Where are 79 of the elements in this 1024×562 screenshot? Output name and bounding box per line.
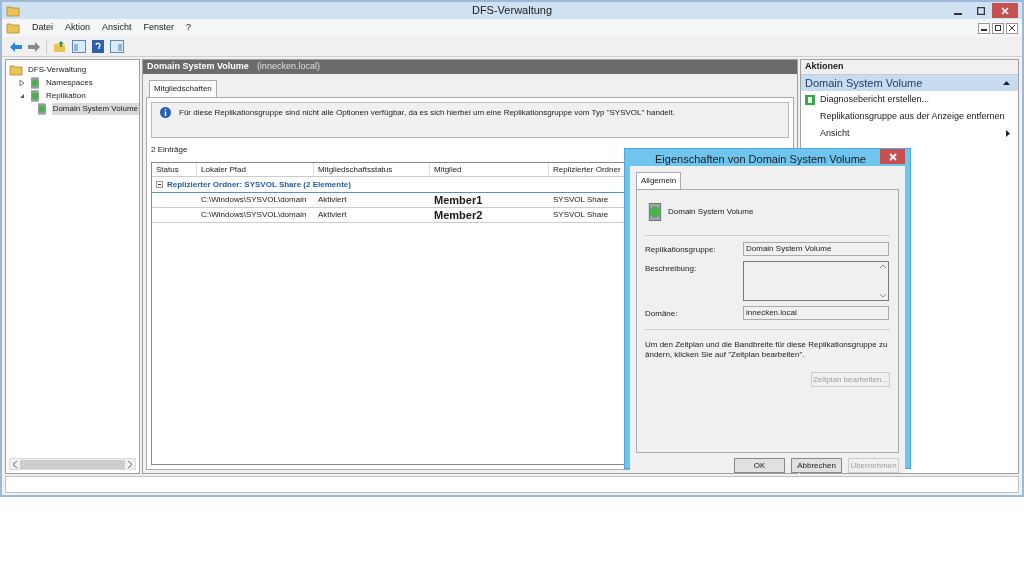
menu-item[interactable]: ? bbox=[186, 21, 192, 35]
close-icon bbox=[1009, 25, 1015, 31]
table-cell-text: Aktiviert bbox=[317, 209, 348, 221]
scroll-left-icon[interactable] bbox=[13, 460, 17, 468]
inner-close-button[interactable] bbox=[1006, 22, 1018, 34]
tree-item[interactable]: DFS-Verwaltung bbox=[27, 63, 88, 76]
collapsed-arrow-icon[interactable] bbox=[19, 79, 25, 86]
entry-count: 2 Einträge bbox=[151, 144, 188, 156]
description-field[interactable] bbox=[743, 261, 889, 301]
snap-in-icon bbox=[9, 63, 23, 76]
maximize-icon bbox=[976, 6, 985, 15]
tree-item[interactable]: Namespaces bbox=[45, 76, 94, 89]
table-cell-text: Member1 bbox=[433, 192, 484, 208]
menu-item[interactable]: Ansicht bbox=[102, 21, 132, 35]
column-header[interactable]: Mitgliedschaftsstatus bbox=[314, 163, 430, 176]
info-text: Für diese Replikationsgruppe sind nicht alle Optionen verfügbar, da es sich hierbei um eine Replikationsgruppe vom Typ "SYSVOL" handelt. bbox=[179, 107, 676, 119]
close-button[interactable] bbox=[880, 149, 905, 164]
restore-icon bbox=[995, 25, 1001, 31]
server-sync-icon bbox=[29, 89, 41, 102]
actions-header: Aktionen bbox=[801, 60, 1018, 75]
dialog-button[interactable]: OK bbox=[734, 458, 785, 473]
dialog-button[interactable]: Abbrechen bbox=[791, 458, 842, 473]
report-icon bbox=[805, 94, 815, 105]
dialog-title: Eigenschaften von Domain System Volume bbox=[655, 153, 866, 166]
window-title: DFS-Verwaltung bbox=[471, 3, 553, 19]
collapse-arrow-icon[interactable] bbox=[1003, 81, 1010, 85]
minimize-icon bbox=[953, 12, 962, 15]
scroll-right-icon[interactable] bbox=[128, 460, 132, 468]
expanded-arrow-icon[interactable] bbox=[19, 92, 25, 99]
horizontal-scrollbar[interactable] bbox=[9, 458, 136, 470]
table-cell-text: Member2 bbox=[433, 207, 484, 223]
app-icon bbox=[6, 4, 20, 17]
inner-minimize-button[interactable] bbox=[978, 22, 990, 34]
pane-icon[interactable] bbox=[72, 40, 86, 53]
table-cell-text: Aktiviert bbox=[317, 194, 348, 206]
menu-item[interactable]: Datei bbox=[32, 21, 53, 35]
pane-icon[interactable] bbox=[110, 40, 124, 53]
menu-app-icon bbox=[6, 22, 20, 34]
server-sync-icon bbox=[29, 76, 41, 89]
menu-item[interactable]: Fenster bbox=[143, 21, 175, 35]
tree-item[interactable]: Domain System Volume bbox=[51, 102, 139, 115]
table-cell-text: C:\Windows\SYSVOL\domain bbox=[200, 194, 308, 206]
text-field[interactable]: Domain System Volume bbox=[743, 242, 889, 256]
field-label: Replikationsgruppe: bbox=[645, 244, 717, 256]
close-icon bbox=[1001, 6, 1009, 15]
group-header[interactable]: Replizierter Ordner: SYSVOL Share (2 Elemente) bbox=[167, 178, 351, 191]
action-item[interactable]: Ansicht bbox=[820, 126, 850, 141]
forward-icon[interactable] bbox=[28, 41, 40, 52]
action-item[interactable]: Replikationsgruppe aus der Anzeige entfernen bbox=[820, 109, 1005, 124]
table-cell-text: SYSVOL Share bbox=[552, 209, 610, 221]
pane-title: Domain System Volume bbox=[147, 60, 249, 74]
menu-item[interactable]: Aktion bbox=[65, 21, 91, 35]
table-cell-text: SYSVOL Share bbox=[552, 194, 610, 206]
table-cell-text: C:\Windows\SYSVOL\domain bbox=[200, 209, 308, 221]
server-sync-icon bbox=[35, 102, 48, 115]
column-header[interactable]: Status bbox=[152, 163, 197, 176]
field-label: Domäne: bbox=[645, 308, 679, 320]
tab[interactable]: Mitgliedschaften bbox=[149, 80, 217, 97]
scroll-down-icon[interactable] bbox=[879, 294, 886, 298]
scroll-up-icon[interactable] bbox=[879, 264, 886, 268]
submenu-arrow-icon bbox=[1006, 130, 1010, 137]
back-icon[interactable] bbox=[10, 41, 22, 52]
tab[interactable]: Allgemein bbox=[636, 172, 682, 189]
pane-subtitle: (innecken.local) bbox=[256, 60, 320, 74]
info-icon bbox=[160, 107, 171, 118]
close-button[interactable] bbox=[992, 3, 1018, 18]
inner-restore-button[interactable] bbox=[992, 22, 1004, 34]
close-icon bbox=[888, 152, 897, 161]
folder-up-icon[interactable] bbox=[53, 40, 66, 53]
collapse-icon[interactable] bbox=[156, 181, 163, 188]
column-header[interactable]: Mitglied bbox=[430, 163, 549, 176]
schedule-note: Um den Zeitplan und die Bandbreite für diese Replikationsgruppe zu ändern, klicken Sie auf "Zeitplan bearbeiten". bbox=[645, 340, 889, 360]
tree-item[interactable]: Replikation bbox=[45, 89, 87, 102]
field-label: Beschreibung: bbox=[645, 263, 698, 275]
text-field[interactable]: innecken.local bbox=[743, 306, 889, 320]
help-icon[interactable] bbox=[92, 40, 104, 53]
column-header[interactable]: Lokaler Pfad bbox=[197, 163, 314, 176]
group-name: Domain System Volume bbox=[668, 206, 754, 218]
action-item[interactable]: Diagnosebericht erstellen... bbox=[820, 92, 930, 107]
